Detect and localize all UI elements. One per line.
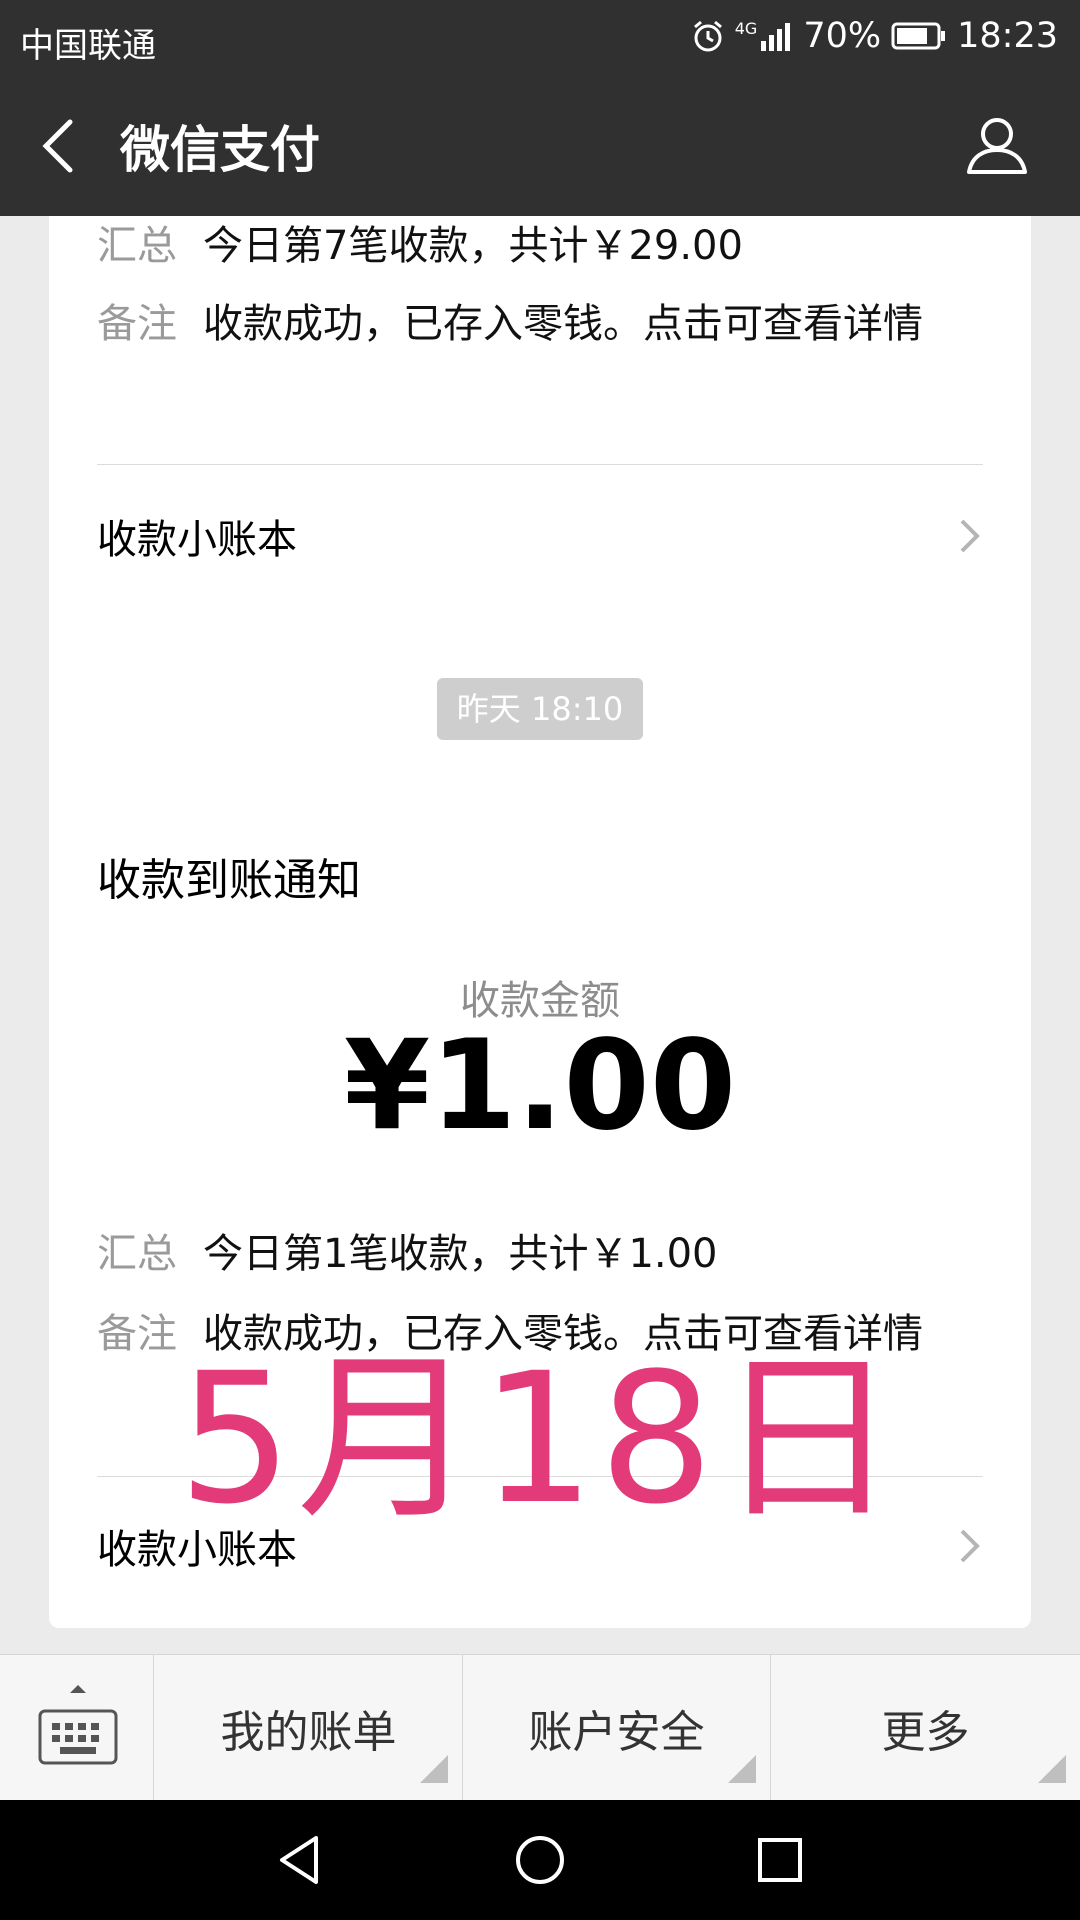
signal-icon: 4G — [735, 21, 794, 51]
title-bar: 微信支付 — [0, 74, 1080, 216]
menu-my-bills[interactable]: 我的账单 — [155, 1655, 463, 1801]
timestamp-badge: 昨天 18:10 — [437, 678, 643, 740]
menu-label: 我的账单 — [220, 1707, 397, 1758]
note-row: 备注 收款成功，已存入零钱。点击可查看详情 — [97, 296, 983, 352]
square-recent-icon[interactable] — [750, 1830, 810, 1890]
note-value: 收款成功，已存入零钱。点击可查看详情 — [203, 301, 923, 347]
profile-button[interactable] — [964, 112, 1030, 178]
menu-label: 账户安全 — [528, 1707, 705, 1758]
divider — [97, 464, 983, 465]
carrier-name: 中国联通 — [20, 26, 156, 66]
bottom-menu: 我的账单 账户安全 更多 — [0, 1654, 1080, 1801]
menu-more[interactable]: 更多 — [771, 1655, 1080, 1801]
summary-value: 今日第7笔收款，共计￥29.00 — [203, 223, 743, 269]
summary-label: 汇总 — [97, 1231, 177, 1277]
menu-account-security[interactable]: 账户安全 — [463, 1655, 771, 1801]
submenu-indicator-icon — [728, 1755, 756, 1783]
caret-up-icon — [70, 1685, 86, 1693]
keyboard-icon — [38, 1709, 118, 1765]
summary-label: 汇总 — [97, 223, 177, 269]
clock: 18:23 — [957, 16, 1058, 56]
person-icon — [967, 118, 1027, 174]
ledger-link[interactable]: 收款小账本 — [97, 500, 983, 572]
network-type: 4G — [734, 19, 758, 38]
submenu-indicator-icon — [420, 1755, 448, 1783]
menu-label: 更多 — [881, 1707, 970, 1758]
chevron-left-icon — [42, 119, 73, 173]
notice-title: 收款到账通知 — [97, 855, 361, 906]
note-label: 备注 — [97, 301, 177, 347]
status-bar: 中国联通 4G 70% 18:23 — [0, 0, 1080, 74]
back-button[interactable] — [34, 114, 94, 178]
summary-row: 汇总 今日第1笔收款，共计￥1.00 — [97, 1226, 983, 1282]
summary-value: 今日第1笔收款，共计￥1.00 — [203, 1231, 718, 1277]
triangle-back-icon[interactable] — [270, 1830, 330, 1890]
page-title: 微信支付 — [120, 121, 320, 179]
date-overlay-text: 5月18日 — [178, 1335, 902, 1544]
status-icons: 4G 70% 18:23 — [691, 16, 1058, 56]
circle-home-icon[interactable] — [510, 1830, 570, 1890]
ledger-label: 收款小账本 — [97, 517, 297, 563]
summary-row: 汇总 今日第7笔收款，共计￥29.00 — [97, 218, 983, 274]
keyboard-toggle[interactable] — [0, 1655, 154, 1801]
alarm-icon — [693, 20, 722, 52]
battery-icon — [891, 22, 946, 50]
battery-percent: 70% — [803, 16, 882, 56]
submenu-indicator-icon — [1038, 1755, 1066, 1783]
amount-value: ¥1.00 — [343, 1014, 737, 1158]
system-nav-bar — [0, 1800, 1080, 1920]
chevron-right-icon — [960, 519, 980, 553]
chevron-right-icon — [960, 1529, 980, 1563]
